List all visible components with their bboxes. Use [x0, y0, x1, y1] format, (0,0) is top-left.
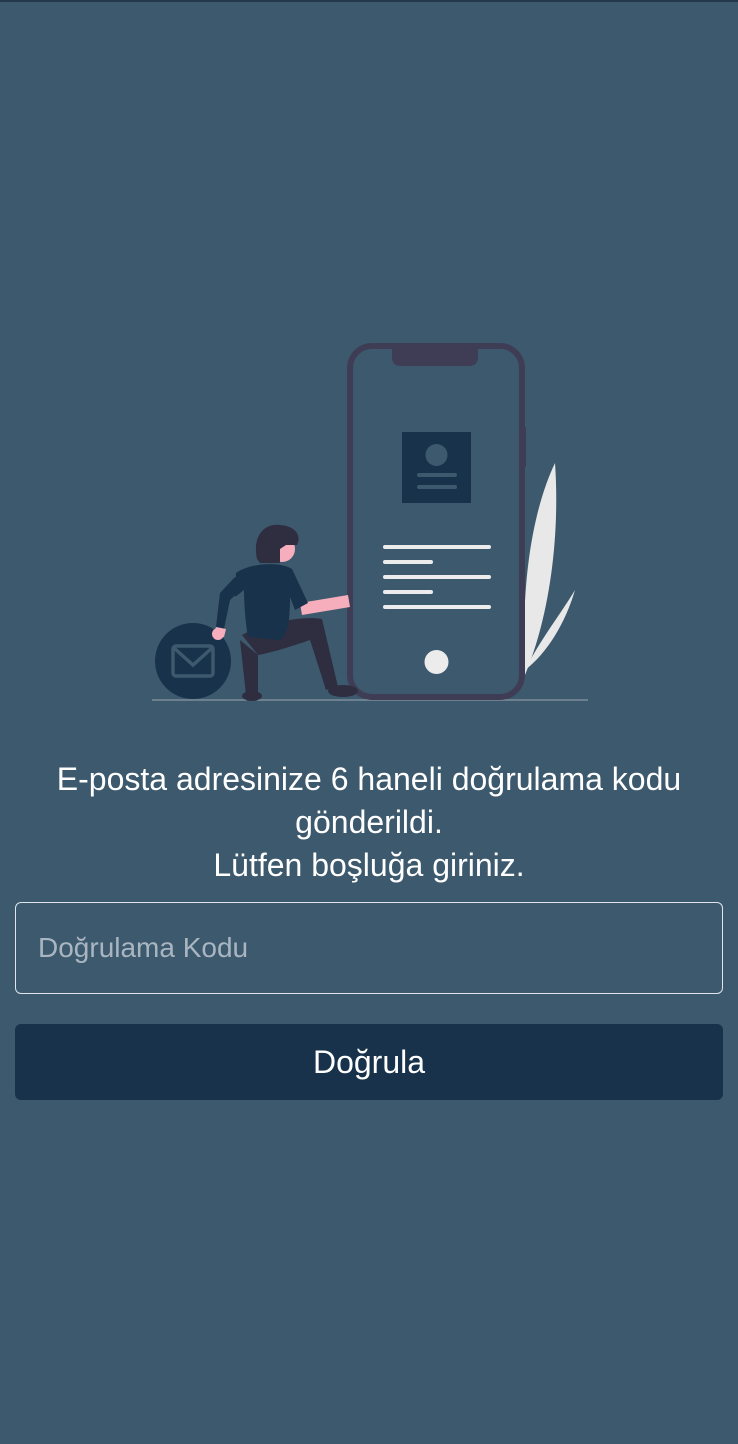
message-line-1: E-posta adresinize 6 haneli doğrulama ko…: [56, 761, 682, 840]
person-icon: [212, 524, 358, 701]
message-line-2: Lütfen boşluğa giriniz.: [213, 847, 525, 883]
leaf-icon: [524, 463, 575, 675]
verification-message: E-posta adresinize 6 haneli doğrulama ko…: [20, 758, 718, 887]
verification-code-input[interactable]: [15, 902, 723, 994]
verify-button[interactable]: Doğrula: [15, 1024, 723, 1100]
phone-icon: [347, 343, 526, 700]
verification-illustration: [152, 343, 588, 701]
status-bar-divider: [0, 0, 738, 2]
